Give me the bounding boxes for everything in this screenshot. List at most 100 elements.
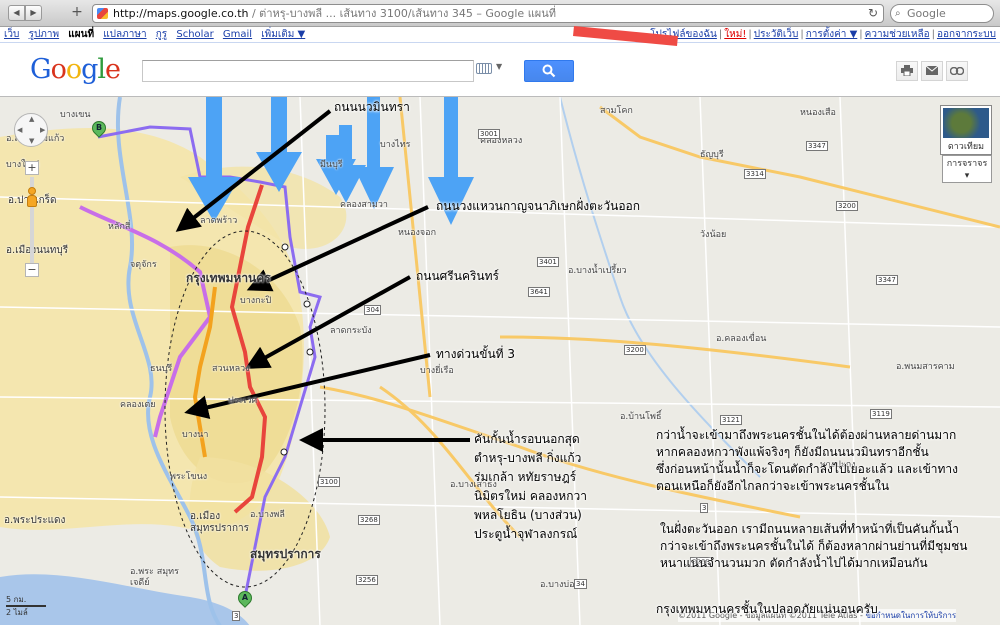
traffic-toggle[interactable]: การจราจร ▾ (942, 155, 992, 183)
gbar-link-gmail[interactable]: Gmail (223, 29, 252, 40)
route-node (280, 448, 288, 456)
map-label-lat-phrao: ลาดพร้าว (200, 216, 238, 226)
map-label-chatuchak: จตุจักร (130, 260, 157, 270)
marker-letter: A (241, 593, 249, 602)
gbar-link-images[interactable]: รูปภาพ (29, 29, 60, 40)
logo-letter: o (50, 54, 67, 85)
gbar-separator: | (859, 29, 863, 40)
satellite-thumbnail (943, 108, 989, 138)
map-label-nong-suea: หนองเสือ (800, 108, 836, 118)
map-label-lak-si: หลักสี่ (108, 222, 131, 232)
gbar-history-link[interactable]: ประวัติเว็บ (754, 29, 799, 40)
route-shield: 3200 (836, 201, 858, 211)
link-button[interactable] (946, 61, 968, 81)
route-shield: 3641 (528, 287, 550, 297)
maps-search-input[interactable] (142, 60, 474, 82)
new-tab-button[interactable]: + (68, 5, 86, 21)
zoom-out-button[interactable]: − (25, 263, 39, 277)
map-label-lat-krabang: ลาดกระบัง (330, 326, 372, 336)
marker-a[interactable]: A (235, 588, 255, 609)
pan-left-icon[interactable]: ◀ (17, 126, 22, 134)
gbar-link-more[interactable]: เพิ่มเติม ▼ (261, 29, 305, 40)
paragraph-line: ซึ่งก่อนหน้านั้นน้ำก็จะโดนตัดกำลังไปเยอะ… (656, 462, 959, 476)
keyboard-icon[interactable] (476, 63, 492, 74)
map-label-phra-samut-chedi: อ.พระ สมุทรเจดีย์ (130, 567, 179, 588)
route-shield: 3314 (744, 169, 766, 179)
pan-down-icon[interactable]: ▼ (29, 137, 34, 145)
map-label-wang-noi: วังน้อย (700, 230, 727, 240)
map-label-suan-luang: สวนหลวง (212, 364, 250, 374)
chevron-down-icon[interactable]: ▼ (496, 62, 502, 71)
page-title: / ต่าหรุ-บางพลี ... เส้นทาง 3100/เส้นทาง… (251, 7, 556, 20)
map-label-nonthaburi: อ.เมืองนนทบุรี (6, 245, 69, 256)
gbar-link-scholar[interactable]: Scholar (176, 29, 213, 40)
annotation-outer-dike: คันกั้นน้ำรอบนอกสุด ตำหรุ-บางพลี กิ่งแก้… (474, 430, 587, 544)
map-label-khlong-toei: คลองเตย (120, 400, 156, 410)
route-shield: 3001 (478, 129, 500, 139)
map-label-phanom-sarakham: อ.พนมสารคาม (896, 362, 955, 372)
map-label-bang-phli: อ.บางพลี (250, 510, 285, 520)
marker-b[interactable]: B (89, 118, 109, 139)
search-icon: ⌕ (895, 8, 901, 19)
terms-link[interactable]: ข้อกำหนดในการให้บริการ (865, 611, 956, 620)
pan-right-icon[interactable]: ▶ (40, 126, 45, 134)
back-button[interactable]: ◀ (8, 5, 25, 21)
gbar-link-maps[interactable]: แผนที่ (68, 29, 94, 40)
pegman-icon[interactable] (26, 187, 38, 207)
route-shield: 304 (364, 305, 382, 315)
google-logo[interactable]: Google (30, 54, 121, 85)
paragraph-line: หนาแน่นจำนวนมวก ตัดกำลังน้ำไปได้มากเหมือ… (660, 556, 928, 570)
map-label-bang-khen: บางเขน (60, 110, 91, 120)
route-node (303, 300, 311, 308)
gbar-link-translate[interactable]: แปลภาษา (103, 29, 146, 40)
map-label-thon-buri: ธนบุรี (150, 364, 173, 374)
route-shield: 3200 (624, 345, 646, 355)
map-label-ban-pho: อ.บ้านโพธิ์ (620, 412, 662, 422)
browser-search-field[interactable]: ⌕ Google (890, 4, 994, 23)
address-bar[interactable]: http://maps.google.co.th / ต่าหรุ-บางพลี… (92, 4, 884, 23)
map-label-prawet: ประเวศ (228, 396, 258, 406)
paragraph-line: กว่าน้ำจะเข้ามาถึงพระนครชั้นในได้ต้องผ่า… (656, 428, 957, 442)
annotation-line: คันกั้นน้ำรอบนอกสุด (474, 432, 580, 446)
print-button[interactable] (896, 61, 918, 81)
pan-up-icon[interactable]: ▲ (29, 115, 34, 123)
gbar-new-link[interactable]: ใหม่! (724, 29, 746, 40)
scale-km: 5 กม. (6, 595, 27, 604)
route-shield: 3256 (356, 575, 378, 585)
annotation-paragraph-1: กว่าน้ำจะเข้ามาถึงพระนครชั้นในได้ต้องผ่า… (656, 427, 958, 495)
map-label-bang-kapi: บางกะปิ (240, 296, 272, 306)
chevron-down-icon: ▾ (964, 171, 970, 181)
map-canvas[interactable]: กรุงเทพมหานคร สมุทรปราการ อ.เมืองนนทบุรี… (0, 96, 1000, 625)
browser-search-placeholder: Google (907, 7, 946, 20)
map-label-bang-bo: อ.บางบ่อ (540, 580, 575, 590)
map-label-bang-sai: บางไทร (380, 140, 411, 150)
annotation-paragraph-3: กรุงเทพมหานครชั้นในปลอดภัยแน่นอนครับ (656, 602, 878, 616)
gbar-link-guru[interactable]: กูรู (156, 29, 167, 40)
gbar-help-link[interactable]: ความช่วยเหลือ (865, 29, 930, 40)
browser-toolbar: ◀ ▶ + http://maps.google.co.th / ต่าหรุ-… (0, 0, 1000, 27)
logo-letter: g (81, 54, 98, 85)
map-label-phra-khanong: พระโขนง (170, 472, 208, 482)
gbar-separator: | (800, 29, 804, 40)
gbar-link-web[interactable]: เว็บ (4, 29, 19, 40)
gbar-settings-link[interactable]: การตั้งค่า ▼ (806, 29, 858, 40)
gbar-signout-link[interactable]: ออกจากระบบ (937, 29, 996, 40)
forward-button[interactable]: ▶ (25, 5, 42, 21)
zoom-in-button[interactable]: + (25, 161, 39, 175)
map-label-min-buri: มีนบุรี (320, 160, 343, 170)
satellite-toggle[interactable]: ดาวเทียม (940, 105, 992, 155)
maps-header: Google ▼ (0, 44, 1000, 96)
send-button[interactable] (921, 61, 943, 81)
route-node (281, 243, 289, 251)
pan-control[interactable]: ▲ ▼ ◀ ▶ (14, 113, 48, 147)
route-shield: 34 (574, 579, 587, 589)
magnifier-icon (542, 64, 556, 78)
reload-icon[interactable]: ↻ (868, 5, 878, 22)
search-button[interactable] (524, 60, 574, 82)
url-text: http://maps.google.co.th (113, 7, 249, 20)
annotation-line: ร่มเกล้า หทัยราษฎร์ (474, 470, 577, 484)
annotation-expressway-3: ทางด่วนขั้นที่ 3 (436, 347, 516, 361)
favicon-icon (97, 8, 108, 19)
map-label-khlong-sam-wa: คลองสามวา (340, 200, 388, 210)
map-label-bang-yi-ruea: บางยี่เรือ (420, 366, 454, 376)
